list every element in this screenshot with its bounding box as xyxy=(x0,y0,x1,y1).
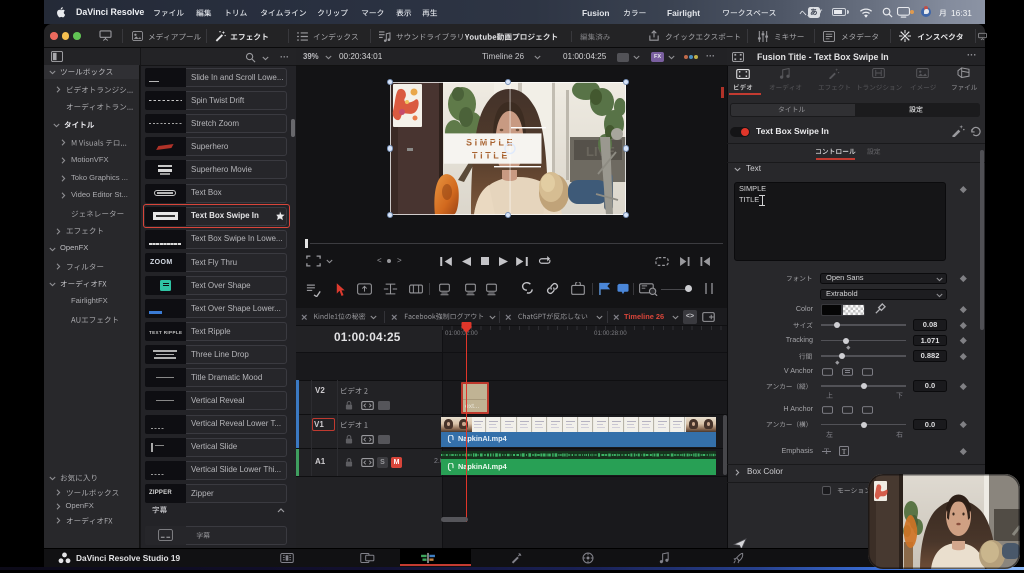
svg-text:TITLE: TITLE xyxy=(472,151,510,161)
svg-text:SIMPLE: SIMPLE xyxy=(466,138,515,148)
